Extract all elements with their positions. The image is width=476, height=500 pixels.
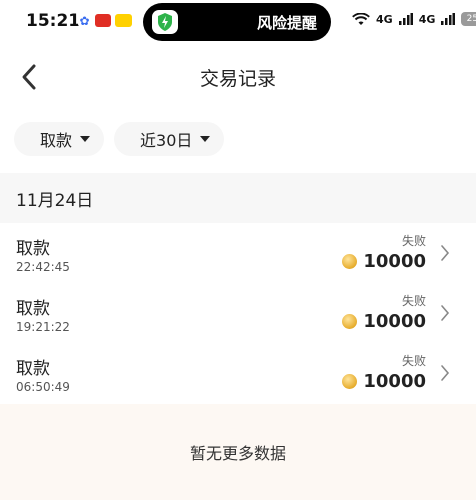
coin-icon (342, 314, 358, 329)
meituan-icon (115, 14, 132, 27)
transaction-type: 取款 (16, 239, 50, 259)
status-time: 15:21 (26, 11, 81, 31)
type-filter-label: 取款 (40, 131, 73, 150)
status-app-icons: ✿ (78, 13, 132, 28)
transaction-amount: 10000 (363, 371, 426, 392)
dynamic-island[interactable]: 风险提醒 (143, 3, 331, 41)
status-bar: 15:21 ✿ 风险提醒 4G 4G 25 (0, 0, 476, 44)
signal-bars-icon (398, 13, 413, 25)
transaction-time: 06:50:49 (16, 380, 70, 394)
transaction-time: 19:21:22 (16, 320, 70, 334)
transaction-amount-row: 10000 (342, 311, 426, 332)
risk-alert-text: 风险提醒 (256, 14, 317, 32)
chevron-right-icon (441, 305, 450, 321)
date-range-label: 近30日 (140, 131, 193, 150)
transaction-type: 取款 (16, 299, 50, 319)
transaction-row[interactable]: 取款 19:21:22 失败 10000 (0, 283, 476, 343)
type-filter-dropdown[interactable]: 取款 (14, 122, 105, 156)
caret-down-icon (80, 136, 91, 142)
transaction-amount-row: 10000 (342, 371, 426, 392)
no-more-data-footer: 暂无更多数据 (0, 404, 476, 500)
caret-down-icon (200, 136, 211, 142)
signal-2-icon: 4G (418, 12, 436, 26)
pinduoduo-icon (95, 14, 111, 27)
no-more-data-text: 暂无更多数据 (189, 444, 286, 463)
navigation-bar: 交易记录 (0, 44, 476, 110)
baidu-icon: ✿ (78, 13, 91, 28)
page-title: 交易记录 (199, 68, 276, 90)
transaction-amount: 10000 (363, 251, 426, 272)
chevron-right-icon (441, 365, 450, 381)
transaction-time: 22:42:45 (16, 260, 70, 274)
transaction-amount-row: 10000 (342, 251, 426, 272)
coin-icon (342, 254, 358, 269)
transaction-type: 取款 (16, 359, 50, 379)
status-indicators: 4G 4G 25 (352, 12, 476, 26)
signal-1-icon: 4G (376, 12, 393, 26)
transaction-amount: 10000 (363, 311, 426, 332)
date-section-header: 11月24日 (0, 173, 476, 223)
transaction-status: 失败 (401, 234, 426, 248)
transaction-row[interactable]: 取款 06:50:49 失败 10000 (0, 343, 476, 403)
security-app-icon (152, 10, 178, 34)
battery-icon: 25 (461, 12, 476, 26)
filter-bar: 取款 近30日 (14, 122, 225, 156)
transaction-row[interactable]: 取款 22:42:45 失败 10000 (0, 223, 476, 283)
date-range-dropdown[interactable]: 近30日 (114, 122, 225, 156)
coin-icon (342, 374, 358, 389)
transaction-status: 失败 (401, 354, 426, 368)
signal-bars-2-icon (441, 13, 456, 25)
chevron-right-icon (441, 245, 450, 261)
wifi-icon (352, 12, 370, 25)
transaction-list: 取款 22:42:45 失败 10000 取款 19:21:22 失败 1000… (0, 223, 476, 403)
transaction-status: 失败 (401, 294, 426, 308)
